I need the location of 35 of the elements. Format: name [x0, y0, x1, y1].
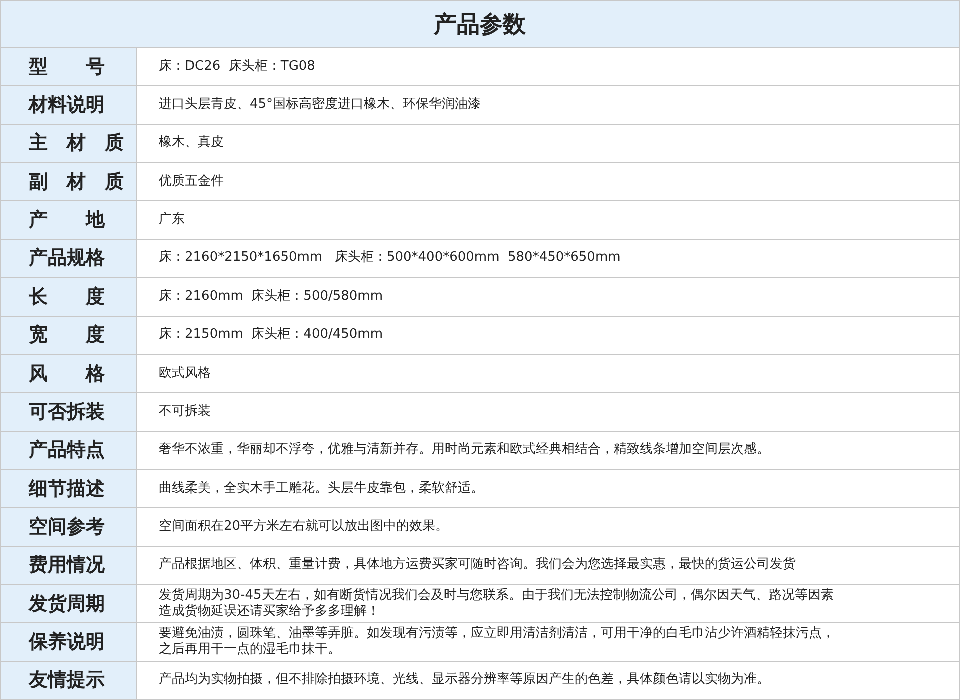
row-label: 宽 度	[29, 323, 105, 348]
row-value: 产品均为实物拍摄，但不排除拍摄环境、光线、显示器分辨率等原因产生的色差，具体颜色请以实物为准。	[159, 672, 770, 688]
row-label: 细节描述	[29, 476, 105, 502]
row-label: 副 材 质	[29, 170, 124, 195]
row-label: 长 度	[29, 284, 105, 310]
row-value: 床：2150mm 床头柜：400/450mm	[159, 327, 384, 344]
row-label: 费用情况	[29, 553, 105, 578]
row-label: 材料说明	[29, 93, 105, 118]
row-label: 产品规格	[29, 246, 105, 272]
row-value: 广东	[159, 212, 185, 228]
row-value: 欧式风格	[159, 366, 211, 382]
row-value: 进口头层青皮、45°国标高密度进口橡木、环保华润油漆	[159, 97, 482, 114]
row-value: 奢华不浓重，华丽却不浮夸，优雅与清新并存。用时尚元素和欧式经典相结合，精致线条增加空间层次感。	[159, 442, 770, 458]
row-value: 曲线柔美，全实木手工雕花。头层牛皮靠包，柔软舒适。	[159, 480, 484, 497]
row-label: 可否拆装	[29, 400, 105, 425]
row-value: 不可拆装	[159, 404, 211, 420]
row-label: 产 地	[29, 208, 105, 234]
row-value: 空间面积在20平方米左右就可以放出图中的效果。	[159, 518, 449, 535]
row-label: 空间参考	[29, 514, 105, 540]
row-label: 风 格	[29, 362, 105, 387]
row-value: 床：DC26 床头柜：TG08	[159, 58, 316, 75]
row-label: 保养说明	[29, 630, 105, 656]
row-label: 主 材 质	[29, 131, 124, 156]
row-label: 产品特点	[29, 438, 105, 464]
row-value: 优质五金件	[159, 174, 224, 190]
table-title: 产品参数	[434, 10, 526, 40]
row-value: 床：2160*2150*1650mm 床头柜：500*400*600mm 580*450*650mm	[159, 250, 621, 266]
row-value: 发货周期为30-45天左右，如有断货情况我们会及时与您联系。由于我们无法控制物流公司，偶尔因天气、路况等因素 造成货物延误还请买家给予多多理解！	[159, 588, 834, 620]
row-label: 型 号	[29, 54, 105, 80]
row-label: 发货周期	[29, 592, 105, 617]
row-label: 友情提示	[29, 668, 105, 694]
row-value: 产品根据地区、体积、重量计费，具体地方运费买家可随时咨询。我们会为您选择最实惠，最快的货运公司发货	[159, 557, 796, 574]
row-value: 橡木、真皮	[159, 135, 224, 152]
row-value: 床：2160mm 床头柜：500/580mm	[159, 288, 384, 305]
row-value: 要避免油渍，圆珠笔、油墨等弄脏。如发现有污渍等，应立即用清洁剂清洁，可用干净的白毛巾沾少许酒精轻抹污点， 之后再用干一点的湿毛巾抹干。	[159, 626, 835, 658]
